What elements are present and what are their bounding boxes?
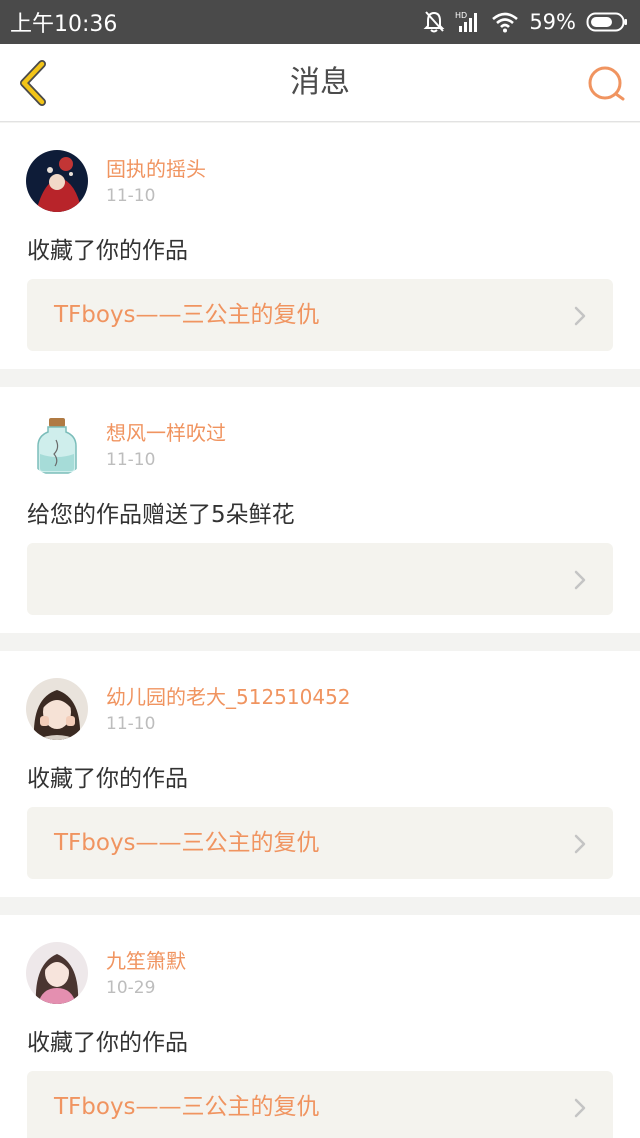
avatar[interactable] [26, 150, 88, 212]
status-bar: 上午10:36 HD 59% [0, 0, 640, 44]
username[interactable]: 九笙箫默 [106, 945, 186, 974]
work-link[interactable]: TFboys——三公主的复仇 [27, 279, 613, 351]
message-date: 11-10 [106, 186, 156, 206]
avatar[interactable] [26, 678, 88, 740]
page-title: 消息 [290, 65, 350, 100]
message-date: 11-10 [106, 450, 156, 470]
message-card: 幼儿园的老大_512510452 11-10 收藏了你的作品 TFboys——三… [0, 651, 640, 897]
username[interactable]: 想风一样吹过 [106, 417, 226, 446]
chevron-right-icon [574, 834, 586, 854]
work-link[interactable]: TFboys——三公主的复仇 [27, 807, 613, 879]
message-action: 收藏了你的作品 [27, 1030, 188, 1056]
wifi-icon [491, 11, 519, 33]
chevron-right-icon [574, 306, 586, 326]
message-card: 想风一样吹过 11-10 给您的作品赠送了5朵鲜花 [0, 387, 640, 633]
username[interactable]: 固执的摇头 [106, 153, 206, 182]
search-icon [588, 66, 625, 101]
username[interactable]: 幼儿园的老大_512510452 [106, 681, 351, 710]
work-title: TFboys——三公主的复仇 [54, 830, 320, 856]
top-navigation-bar: 消息 [0, 44, 640, 122]
status-time: 上午10:36 [10, 12, 118, 37]
work-link[interactable]: TFboys——三公主的复仇 [27, 1071, 613, 1138]
message-date: 11-10 [106, 714, 156, 734]
svg-text:HD: HD [455, 11, 467, 20]
search-button[interactable] [586, 64, 626, 104]
message-action: 收藏了你的作品 [27, 238, 188, 264]
message-action: 收藏了你的作品 [27, 766, 188, 792]
work-title: TFboys——三公主的复仇 [54, 302, 320, 328]
battery-percent: 59% [529, 10, 576, 34]
work-title: TFboys——三公主的复仇 [54, 1094, 320, 1120]
battery-icon [586, 11, 628, 33]
chevron-right-icon [574, 570, 586, 590]
chevron-right-icon [574, 1098, 586, 1118]
avatar[interactable] [26, 942, 88, 1004]
work-link[interactable] [27, 543, 613, 615]
status-icons: HD 59% [423, 10, 628, 34]
avatar[interactable] [26, 414, 88, 476]
message-date: 10-29 [106, 978, 156, 998]
bell-muted-icon [423, 10, 445, 34]
message-card: 固执的摇头 11-10 收藏了你的作品 TFboys——三公主的复仇 [0, 123, 640, 369]
hd-signal-icon: HD [455, 10, 481, 34]
message-action: 给您的作品赠送了5朵鲜花 [27, 502, 295, 528]
message-card: 九笙箫默 10-29 收藏了你的作品 TFboys——三公主的复仇 [0, 915, 640, 1138]
message-list: 固执的摇头 11-10 收藏了你的作品 TFboys——三公主的复仇 想风一样吹… [0, 123, 640, 1138]
